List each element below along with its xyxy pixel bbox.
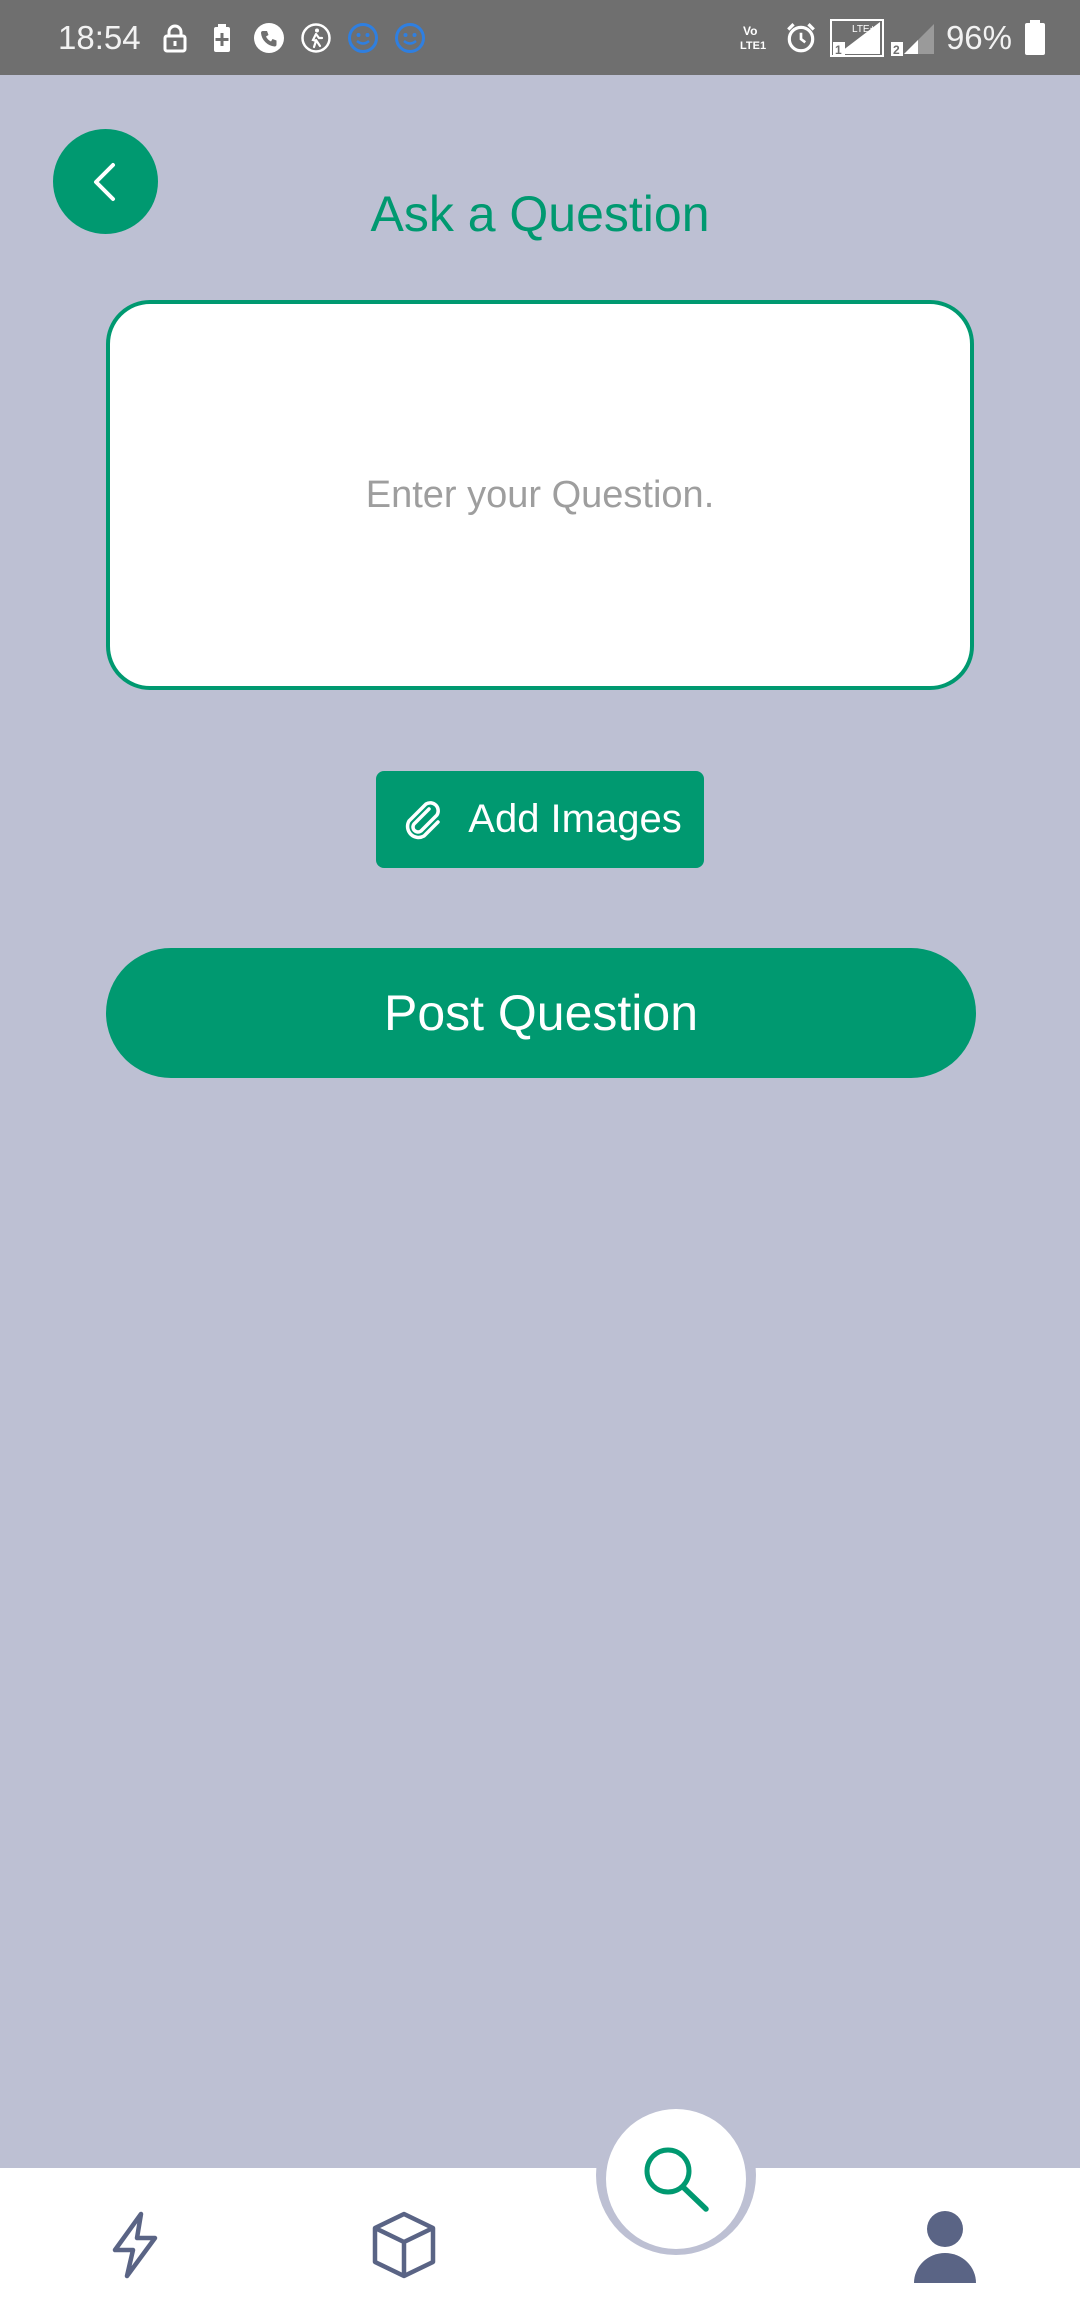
battery-percent: 96%	[945, 18, 1012, 56]
step-counter-icon	[300, 22, 331, 53]
signal-sim2-icon: 2	[890, 23, 934, 57]
volte-icon: Vo LTE1	[740, 24, 766, 52]
status-time: 18:54	[58, 18, 141, 56]
user-icon	[914, 2211, 976, 2283]
battery-icon	[1025, 19, 1045, 55]
svg-text:LTE1: LTE1	[740, 40, 766, 52]
svg-text:1: 1	[835, 43, 842, 57]
nav-item-cube[interactable]	[364, 2205, 444, 2285]
svg-text:LTE+: LTE+	[852, 24, 876, 35]
page-title: Ask a Question	[370, 186, 710, 242]
lightning-icon	[112, 2211, 158, 2279]
question-input[interactable]	[110, 304, 970, 686]
search-icon	[644, 2147, 709, 2212]
alarm-icon	[787, 22, 815, 52]
cube-icon	[372, 2211, 436, 2279]
svg-text:2: 2	[893, 43, 900, 57]
post-question-label: Post Question	[383, 985, 699, 1041]
phone-call-icon	[253, 22, 284, 53]
nav-item-lightning[interactable]	[95, 2205, 175, 2285]
battery-saver-icon	[213, 23, 230, 52]
add-images-label: Add Images	[468, 797, 682, 841]
question-input-container	[106, 300, 974, 690]
add-images-button[interactable]: Add Images	[376, 771, 704, 868]
lock-icon	[163, 24, 187, 52]
nav-item-profile[interactable]	[905, 2205, 985, 2285]
emoji-face-icon	[347, 22, 378, 53]
svg-text:Vo: Vo	[743, 24, 757, 38]
status-bar-left: 18:54	[58, 0, 441, 75]
emoji-face-icon	[394, 22, 425, 53]
status-bar: 18:54 Vo LTE1 LTE+ 1 2 96%	[0, 0, 1080, 75]
paperclip-icon	[406, 800, 441, 839]
nav-item-search[interactable]	[606, 2109, 746, 2249]
post-question-button[interactable]: Post Question	[106, 948, 976, 1078]
signal-sim1-icon: LTE+ 1	[829, 18, 884, 57]
status-bar-right: Vo LTE1 LTE+ 1 2 96%	[740, 0, 1046, 75]
